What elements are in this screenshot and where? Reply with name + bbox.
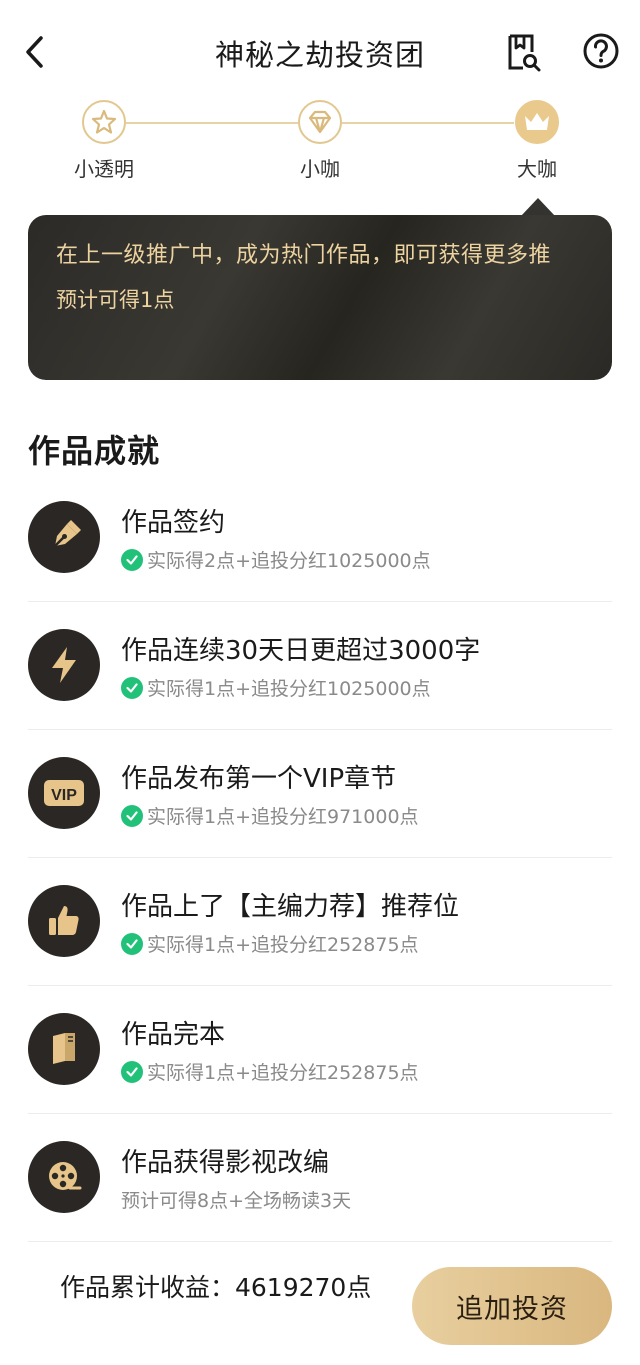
level-label: 小咖 bbox=[300, 157, 340, 181]
help-button[interactable] bbox=[580, 30, 622, 72]
achievement-item: 作品上了【主编力荐】推荐位 实际得1点+追投分红252875点 bbox=[28, 858, 612, 986]
book-icon bbox=[53, 1033, 75, 1064]
check-icon bbox=[121, 676, 143, 699]
vip-icon: VIP bbox=[44, 780, 84, 806]
check-icon bbox=[121, 932, 143, 955]
achievement-badge: VIP bbox=[28, 757, 100, 829]
achievement-name: 作品签约 bbox=[121, 508, 226, 538]
achievement-desc: 实际得2点+追投分红1025000点 bbox=[121, 546, 431, 573]
achievement-badge bbox=[28, 1141, 100, 1213]
thumbs-up-icon bbox=[49, 906, 79, 935]
level-daka[interactable]: 大咖 bbox=[477, 100, 597, 182]
level-dot bbox=[82, 100, 126, 144]
achievement-desc: 实际得1点+追投分红252875点 bbox=[121, 1058, 419, 1085]
level-xiaotouming[interactable]: 小透明 bbox=[44, 100, 164, 182]
tip-text: 在上一级推广中，成为热门作品，即可获得更多推 bbox=[56, 243, 552, 268]
achievement-list: 作品签约 实际得2点+追投分红1025000点 作品连续30天日更超过3000字… bbox=[28, 474, 612, 1242]
achievement-desc: 预计可得8点+全场畅读3天 bbox=[121, 1186, 351, 1213]
achievement-item: 作品签约 实际得2点+追投分红1025000点 bbox=[28, 474, 612, 602]
achievement-desc-text: 实际得1点+追投分红1025000点 bbox=[147, 678, 431, 700]
level-track: 小透明 小咖 大咖 bbox=[0, 100, 640, 210]
question-icon bbox=[583, 33, 619, 69]
star-icon bbox=[91, 109, 117, 134]
lightning-icon bbox=[52, 647, 76, 683]
crown-icon bbox=[525, 113, 549, 130]
section-title: 作品成就 bbox=[28, 432, 161, 470]
achievement-name: 作品获得影视改编 bbox=[121, 1148, 330, 1178]
bookmark-search-icon bbox=[508, 34, 541, 72]
check-icon bbox=[121, 1060, 143, 1083]
bottom-bar: 作品累计收益：4619270点 追加投资 bbox=[0, 1255, 640, 1365]
total-earnings: 作品累计收益：4619270点 bbox=[60, 1273, 372, 1302]
achievement-desc-text: 实际得1点+追投分红252875点 bbox=[147, 934, 419, 956]
film-reel-icon bbox=[49, 1162, 82, 1190]
level-label: 大咖 bbox=[517, 157, 557, 181]
achievement-name: 作品上了【主编力荐】推荐位 bbox=[121, 892, 460, 922]
achievement-desc-text: 预计可得8点+全场畅读3天 bbox=[121, 1190, 352, 1212]
tip-estimate: 预计可得1点 bbox=[56, 288, 175, 312]
add-investment-button[interactable]: 追加投资 bbox=[412, 1267, 612, 1345]
achievement-desc: 实际得1点+追投分红252875点 bbox=[121, 930, 419, 957]
vip-icon-text: VIP bbox=[51, 787, 77, 804]
achievement-name: 作品发布第一个VIP章节 bbox=[121, 764, 397, 794]
achievement-item: 作品连续30天日更超过3000字 实际得1点+追投分红1025000点 bbox=[28, 602, 612, 730]
achievement-badge bbox=[28, 501, 100, 573]
nav-header: 神秘之劫投资团 bbox=[0, 0, 640, 100]
achievement-name: 作品完本 bbox=[121, 1020, 226, 1050]
check-icon bbox=[121, 548, 143, 571]
level-xiaoka[interactable]: 小咖 bbox=[260, 100, 380, 182]
check-icon bbox=[121, 804, 143, 827]
level-dot bbox=[515, 100, 559, 144]
achievement-badge bbox=[28, 629, 100, 701]
level-label: 小透明 bbox=[74, 157, 134, 181]
achievement-desc-text: 实际得1点+追投分红252875点 bbox=[147, 1062, 419, 1084]
achievement-desc: 实际得1点+追投分红1025000点 bbox=[121, 674, 431, 701]
level-tip-card: 在上一级推广中，成为热门作品，即可获得更多推 预计可得1点 bbox=[28, 215, 612, 380]
achievement-item: 作品获得影视改编 预计可得8点+全场畅读3天 bbox=[28, 1114, 612, 1242]
pen-icon bbox=[54, 520, 81, 547]
achievement-desc-text: 实际得2点+追投分红1025000点 bbox=[147, 550, 431, 572]
tip-pointer bbox=[521, 198, 555, 216]
achievement-badge bbox=[28, 1013, 100, 1085]
diamond-icon bbox=[308, 110, 332, 134]
achievement-badge bbox=[28, 885, 100, 957]
achievement-desc: 实际得1点+追投分红971000点 bbox=[121, 802, 419, 829]
search-button[interactable] bbox=[502, 30, 546, 74]
level-dot bbox=[298, 100, 342, 144]
achievement-item: 作品完本 实际得1点+追投分红252875点 bbox=[28, 986, 612, 1114]
achievement-name: 作品连续30天日更超过3000字 bbox=[121, 636, 481, 666]
achievement-desc-text: 实际得1点+追投分红971000点 bbox=[147, 806, 419, 828]
achievement-item: VIP 作品发布第一个VIP章节 实际得1点+追投分红971000点 bbox=[28, 730, 612, 858]
